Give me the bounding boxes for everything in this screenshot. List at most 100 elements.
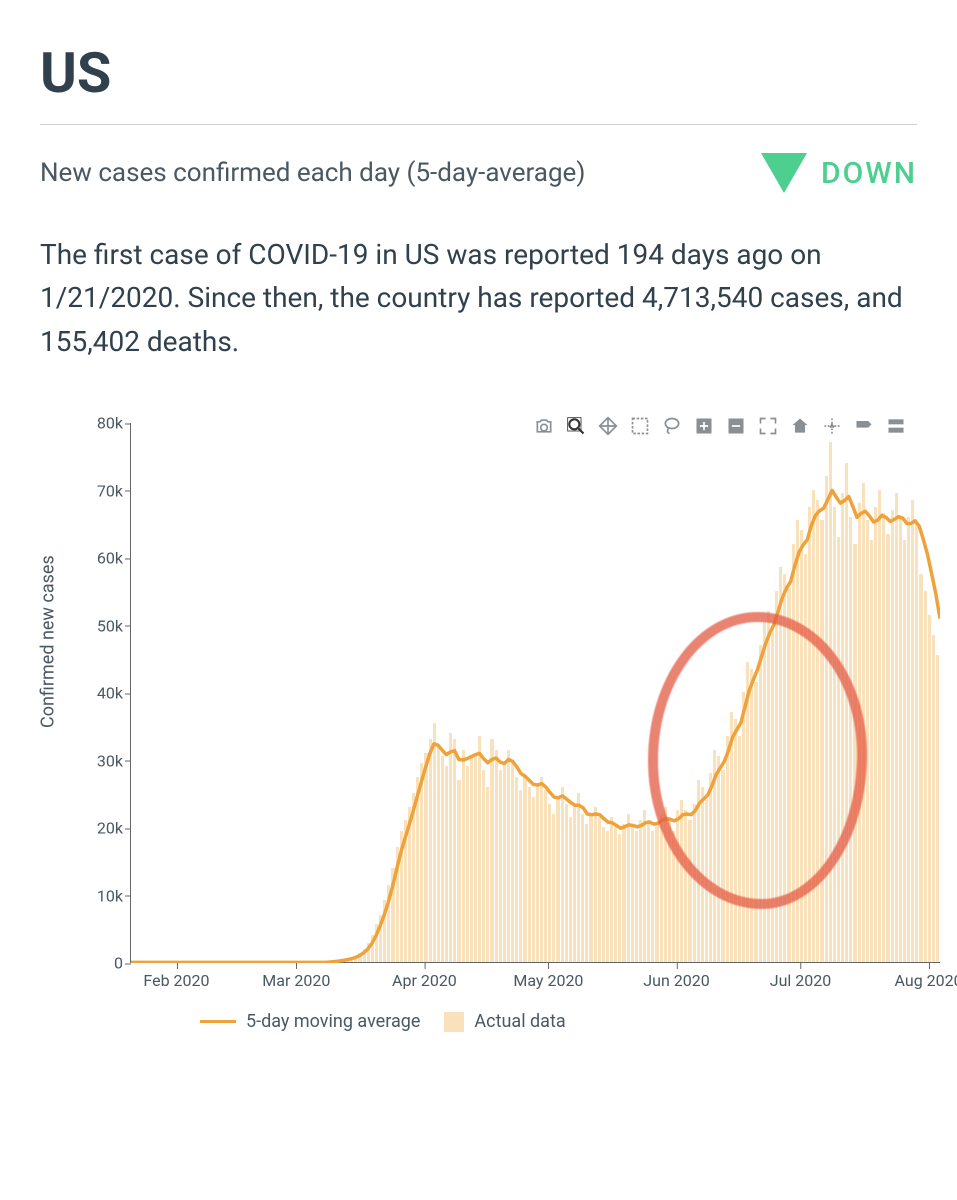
bar [495,750,498,963]
bar [820,520,823,962]
bar [639,820,642,962]
bar [453,739,456,962]
bar [346,959,349,962]
y-axis-label: Confirmed new cases [38,555,59,728]
y-tick: 80k [73,414,123,433]
bar [660,814,663,963]
bar [507,750,510,963]
bar [882,513,885,962]
bar [734,719,737,962]
bar [379,915,382,962]
bar [499,770,502,962]
x-tick: Feb 2020 [143,971,209,990]
bar [676,810,679,962]
bar [581,814,584,963]
bar [391,868,394,963]
bar [899,517,902,963]
bar [701,787,704,963]
bar [387,885,390,963]
legend-item-avg[interactable]: 5-day moving average [200,1011,420,1032]
bar [891,510,894,962]
bar [515,777,518,963]
bar [437,746,440,962]
bar [367,943,370,962]
bar [726,736,729,962]
bar [746,662,749,962]
bar [606,831,609,963]
bar [924,591,927,962]
bar [668,817,671,962]
bar [482,770,485,962]
bar [730,712,733,962]
bar [486,787,489,963]
bar [610,817,613,962]
bar [338,961,341,962]
bar [635,831,638,963]
bar [511,760,514,963]
bar [688,820,691,962]
bar [738,736,741,962]
bar [903,540,906,962]
bar [618,834,621,962]
x-tick: Apr 2020 [392,971,457,990]
divider [40,124,917,125]
bar [400,831,403,963]
bar [565,804,568,963]
bar [462,750,465,963]
bar [420,763,423,962]
bar [858,503,861,962]
bar [424,753,427,962]
bar [705,800,708,962]
x-tick: May 2020 [513,971,583,990]
bar [750,669,753,963]
bar [800,530,803,962]
bar [684,810,687,962]
subtitle-row: New cases confirmed each day (5-day-aver… [40,153,917,193]
bar [812,490,815,963]
bar [853,544,856,963]
bar [870,540,873,962]
bar [445,766,448,962]
bar [561,787,564,963]
bar [371,935,374,962]
bar [759,645,762,962]
bar [433,723,436,963]
bar [655,824,658,962]
bar [874,507,877,963]
legend-actual-label: Actual data [474,1011,565,1032]
bar [396,847,399,962]
legend-avg-label: 5-day moving average [246,1011,420,1032]
down-triangle-icon [761,153,807,193]
bar [342,960,345,962]
bar [816,500,819,962]
bar [470,756,473,962]
bar [911,500,914,962]
bar [412,793,415,962]
bar [552,814,555,963]
bar [928,615,931,963]
bar [556,797,559,962]
plot-area[interactable]: 010k20k30k40k50k60k70k80kFeb 2020Mar 202… [130,423,940,963]
bar [441,756,444,962]
bar [429,739,432,962]
trend-indicator: DOWN [761,153,917,193]
bar [849,517,852,963]
bar [808,507,811,963]
bar [862,483,865,962]
bar [408,807,411,962]
page-title: US [40,40,917,106]
bar [721,770,724,962]
y-tick: 10k [73,886,123,905]
legend-item-actual[interactable]: Actual data [444,1011,565,1032]
bar [742,692,745,962]
bar-layer [131,423,940,962]
bar [631,824,634,962]
x-tick: Jul 2020 [770,971,831,990]
bar [783,574,786,962]
bar [763,621,766,962]
bar [787,588,790,963]
y-tick: 70k [73,481,123,500]
bar [622,824,625,962]
bar [664,807,667,962]
bar [354,956,357,962]
